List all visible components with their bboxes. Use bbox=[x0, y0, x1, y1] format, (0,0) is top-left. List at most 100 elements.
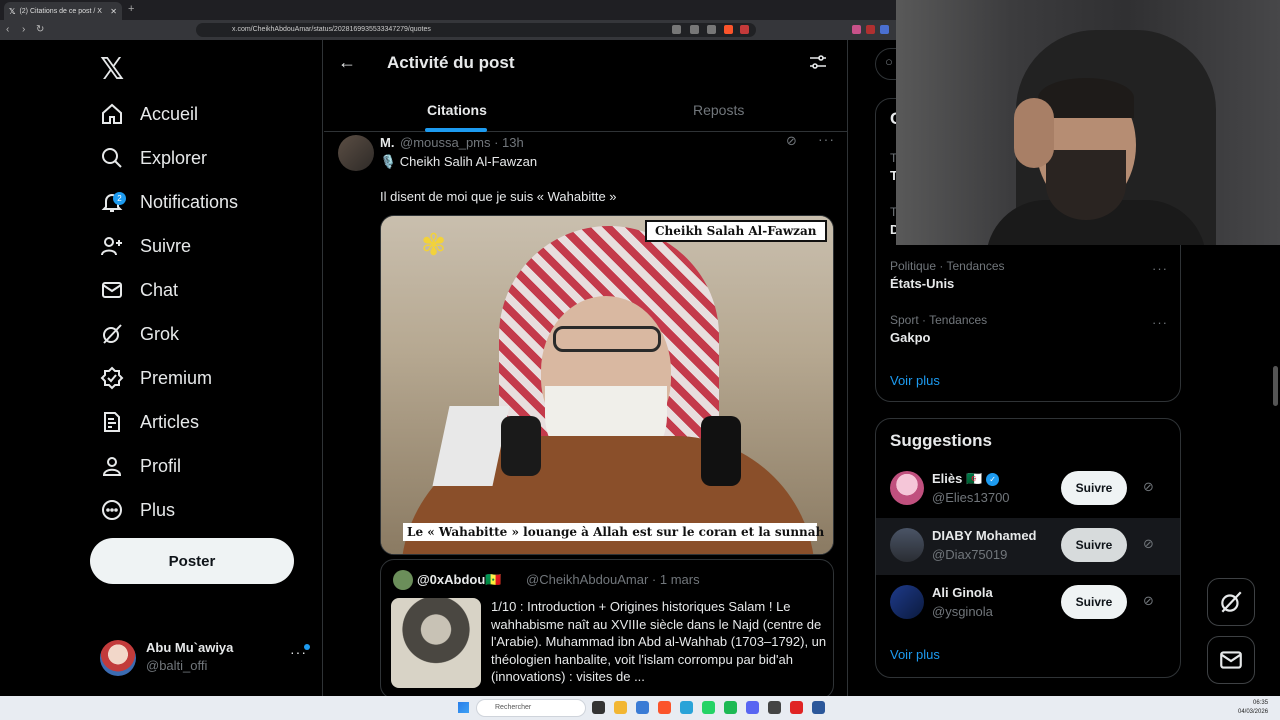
reload-icon[interactable]: ↻ bbox=[36, 24, 44, 35]
suggestion-row[interactable]: Ali Ginola @ysginola Suivre ⊘ bbox=[876, 575, 1180, 632]
show-more-link[interactable]: Voir plus bbox=[890, 647, 940, 662]
taskbar-app-icon[interactable] bbox=[768, 701, 781, 714]
new-tab-icon[interactable]: + bbox=[128, 3, 134, 15]
trend-category: Politique · Tendances bbox=[890, 259, 1005, 273]
nav-follow[interactable]: Suivre bbox=[100, 228, 191, 264]
forward-nav-icon[interactable]: › bbox=[22, 24, 25, 35]
avatar bbox=[890, 471, 924, 505]
spotify-icon[interactable] bbox=[724, 701, 737, 714]
whatsapp-icon[interactable] bbox=[702, 701, 715, 714]
share-icon[interactable] bbox=[707, 25, 716, 34]
suggestion-handle: @ysginola bbox=[932, 604, 993, 619]
search-icon: ○ bbox=[885, 54, 893, 69]
left-sidebar: 𝕏 Accueil Explorer 2 Notifications Suivr… bbox=[0, 40, 323, 696]
taskbar-app-icon[interactable] bbox=[636, 701, 649, 714]
dismiss-icon[interactable]: ⊘ bbox=[1143, 593, 1154, 609]
follow-button[interactable]: Suivre bbox=[1061, 471, 1127, 505]
quoted-tweet[interactable]: @0xAbdou🇸🇳 @CheikhAbdouAmar · 1 mars 1/1… bbox=[380, 559, 834, 696]
profile-handle: @balti_offi bbox=[146, 658, 208, 673]
suggestion-name: Ali Ginola bbox=[932, 585, 993, 600]
extension-icon[interactable] bbox=[880, 25, 889, 34]
x-favicon-icon: 𝕏 bbox=[9, 6, 16, 16]
extension-icon[interactable] bbox=[852, 25, 861, 34]
show-more-link[interactable]: Voir plus bbox=[890, 373, 940, 388]
nav-home[interactable]: Accueil bbox=[100, 96, 198, 132]
back-arrow-icon[interactable]: ← bbox=[338, 52, 356, 73]
back-nav-icon[interactable]: ‹ bbox=[6, 24, 9, 35]
browser-tab[interactable]: 𝕏 (2) Citations de ce post / X ✕ bbox=[4, 2, 122, 20]
more-icon bbox=[102, 500, 122, 520]
nav-grok[interactable]: Grok bbox=[100, 316, 179, 352]
post-button[interactable]: Poster bbox=[90, 538, 294, 584]
taskbar-search-input[interactable]: Rechercher bbox=[476, 699, 586, 717]
more-options-icon[interactable]: ··· bbox=[1152, 315, 1168, 330]
nav-articles[interactable]: Articles bbox=[100, 404, 199, 440]
nav-profile[interactable]: Profil bbox=[100, 448, 181, 484]
filter-settings-icon[interactable] bbox=[808, 52, 828, 72]
suggestion-name: DIABY Mohamed bbox=[932, 528, 1037, 543]
extension-icon[interactable] bbox=[866, 25, 875, 34]
calligraphy-logo: ✾ bbox=[421, 229, 447, 262]
trend-name: États-Unis bbox=[890, 276, 955, 291]
quoted-author-handle: @CheikhAbdouAmar · 1 mars bbox=[526, 572, 700, 587]
more-options-icon[interactable]: ··· bbox=[818, 131, 835, 147]
messages-floating-button[interactable] bbox=[1207, 636, 1255, 684]
nav-premium[interactable]: Premium bbox=[100, 360, 212, 396]
dismiss-icon[interactable]: ⊘ bbox=[1143, 479, 1154, 495]
start-menu-icon[interactable] bbox=[458, 702, 469, 713]
trend-item[interactable]: Politique · Tendances États-Unis bbox=[890, 259, 1005, 291]
more-options-icon[interactable]: ··· bbox=[1152, 261, 1168, 276]
nav-explore[interactable]: Explorer bbox=[100, 140, 207, 176]
taskbar-app-icon[interactable] bbox=[790, 701, 803, 714]
profile-icon bbox=[102, 457, 122, 476]
suggestion-row[interactable]: DIABY Mohamed @Diax75019 Suivre ⊘ bbox=[876, 518, 1180, 575]
suggestions-title: Suggestions bbox=[890, 431, 993, 450]
system-clock[interactable]: 06:35 04/03/2026 bbox=[1238, 699, 1268, 717]
articles-icon bbox=[104, 412, 120, 432]
follow-button[interactable]: Suivre bbox=[1061, 528, 1127, 562]
account-switcher[interactable]: Abu Mu`awiya @balti_offi ··· bbox=[100, 638, 310, 678]
grok-icon bbox=[103, 324, 122, 344]
avatar bbox=[890, 528, 924, 562]
nav-label: Suivre bbox=[140, 235, 192, 256]
grok-action-icon[interactable]: ⊘ bbox=[786, 133, 797, 149]
cast-icon[interactable] bbox=[690, 25, 699, 34]
grok-icon bbox=[1221, 591, 1242, 613]
brave-browser-icon[interactable] bbox=[658, 701, 671, 714]
tweet-author-name[interactable]: M. bbox=[380, 135, 394, 150]
taskbar-app-icon[interactable] bbox=[592, 701, 605, 714]
page-title: Activité du post bbox=[387, 53, 515, 72]
x-logo-icon[interactable]: 𝕏 bbox=[100, 52, 124, 87]
nav-label: Accueil bbox=[140, 103, 199, 124]
follow-button[interactable]: Suivre bbox=[1061, 585, 1127, 619]
zoom-icon[interactable] bbox=[672, 25, 681, 34]
file-explorer-icon[interactable] bbox=[614, 701, 627, 714]
suggestion-row[interactable]: Eliès 🇩🇿 ✓ @Elies13700 Suivre ⊘ bbox=[876, 461, 1180, 518]
rewards-icon[interactable] bbox=[740, 25, 749, 34]
main-column: ← Activité du post Citations Reposts M. … bbox=[324, 40, 848, 696]
nav-chat[interactable]: Chat bbox=[100, 272, 178, 308]
taskbar-app-icon[interactable] bbox=[812, 701, 825, 714]
discord-icon[interactable] bbox=[746, 701, 759, 714]
avatar[interactable] bbox=[338, 135, 374, 171]
avatar bbox=[100, 640, 136, 676]
tab-reposts[interactable]: Reposts bbox=[693, 102, 744, 118]
tweet-author-handle[interactable]: @moussa_pms · 13h bbox=[400, 135, 524, 150]
scrollbar[interactable] bbox=[1273, 366, 1278, 406]
nav-label: Chat bbox=[140, 279, 179, 300]
trend-item[interactable]: Sport · Tendances Gakpo bbox=[890, 313, 987, 345]
nav-more[interactable]: Plus bbox=[100, 492, 175, 528]
webcam-person-hand bbox=[1014, 98, 1054, 168]
dismiss-icon[interactable]: ⊘ bbox=[1143, 536, 1154, 552]
tab-citations[interactable]: Citations bbox=[427, 102, 487, 118]
close-tab-icon[interactable]: ✕ bbox=[110, 7, 117, 16]
nav-notifications[interactable]: 2 Notifications bbox=[100, 184, 238, 220]
avatar bbox=[890, 585, 924, 619]
brave-shield-icon[interactable] bbox=[724, 25, 733, 34]
tab-title: (2) Citations de ce post / X bbox=[19, 7, 102, 15]
home-icon bbox=[102, 103, 122, 124]
taskbar-app-icon[interactable] bbox=[680, 701, 693, 714]
follow-icon bbox=[101, 237, 122, 256]
grok-floating-button[interactable] bbox=[1207, 578, 1255, 626]
tweet-video[interactable]: ✾ Cheikh Salah Al-Fawzan Le « Wahabitte … bbox=[380, 215, 834, 555]
